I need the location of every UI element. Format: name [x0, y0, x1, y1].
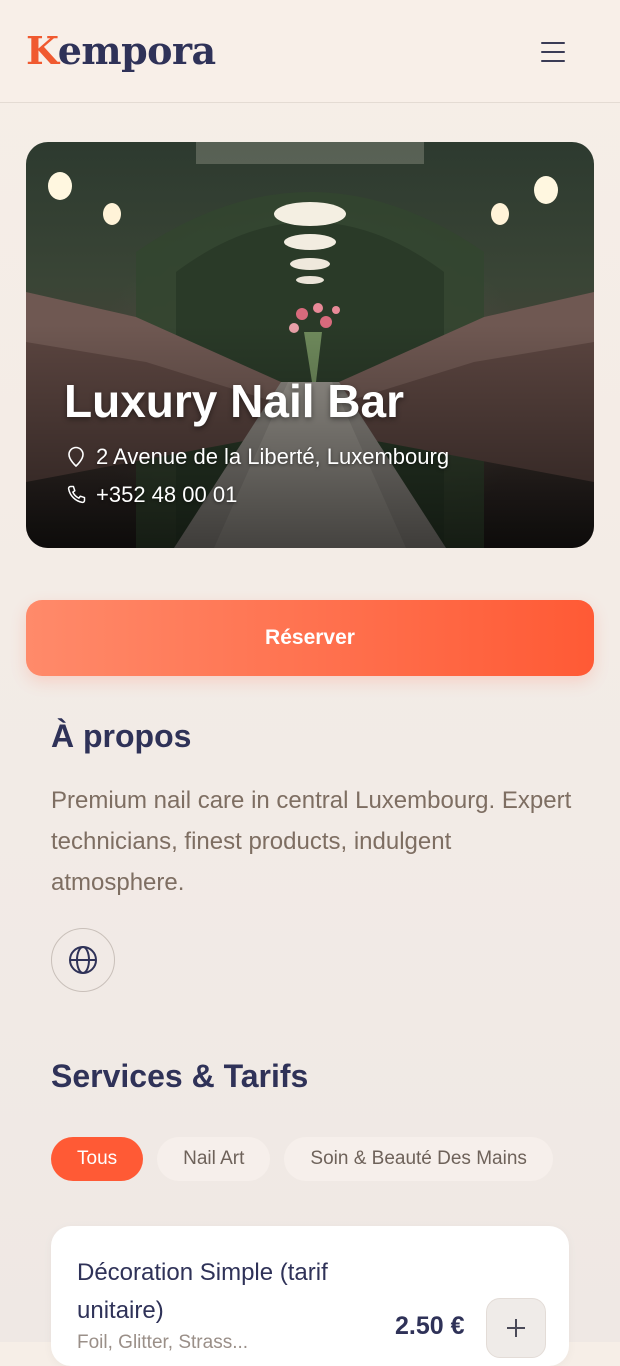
brand-logo[interactable]: Kempora	[26, 28, 216, 73]
service-card[interactable]: Décoration Simple (tarif unitaire) Foil,…	[51, 1226, 569, 1366]
service-filter-tabs: Tous Nail Art Soin & Beauté Des Mains	[51, 1137, 553, 1181]
service-price: 2.50 €	[395, 1312, 465, 1340]
top-navbar: Kempora	[0, 0, 620, 103]
salon-address: 2 Avenue de la Liberté, Luxembourg	[96, 444, 450, 469]
salon-phone: +352 48 00 01	[96, 482, 238, 507]
phone-icon	[67, 485, 86, 504]
add-service-button[interactable]	[486, 1298, 546, 1358]
service-name: Décoration Simple (tarif unitaire)	[77, 1259, 328, 1324]
filter-chip-all[interactable]: Tous	[51, 1137, 144, 1181]
salon-hero-image: Luxury Nail Bar 2 Avenue de la Liberté, …	[26, 142, 594, 548]
about-heading: À propos	[51, 718, 192, 754]
plus-icon	[507, 1319, 525, 1337]
filter-chip-nail-art[interactable]: Nail Art	[157, 1137, 271, 1181]
salon-address-row[interactable]: 2 Avenue de la Liberté, Luxembourg	[64, 444, 449, 470]
about-description: Premium nail care in central Luxembourg.…	[51, 787, 572, 896]
service-subtitle: Foil, Glitter, Strass...	[77, 1332, 249, 1353]
hamburger-menu-icon[interactable]	[532, 32, 574, 72]
website-button[interactable]	[51, 928, 115, 992]
reserve-button[interactable]: Réserver	[26, 600, 594, 676]
filter-chip-hand-care[interactable]: Soin & Beauté Des Mains	[284, 1137, 553, 1181]
globe-icon	[69, 946, 97, 974]
services-heading: Services & Tarifs	[51, 1058, 309, 1094]
salon-name: Luxury Nail Bar	[64, 375, 404, 427]
location-pin-icon	[68, 446, 84, 468]
salon-phone-row[interactable]: +352 48 00 01	[64, 482, 237, 508]
